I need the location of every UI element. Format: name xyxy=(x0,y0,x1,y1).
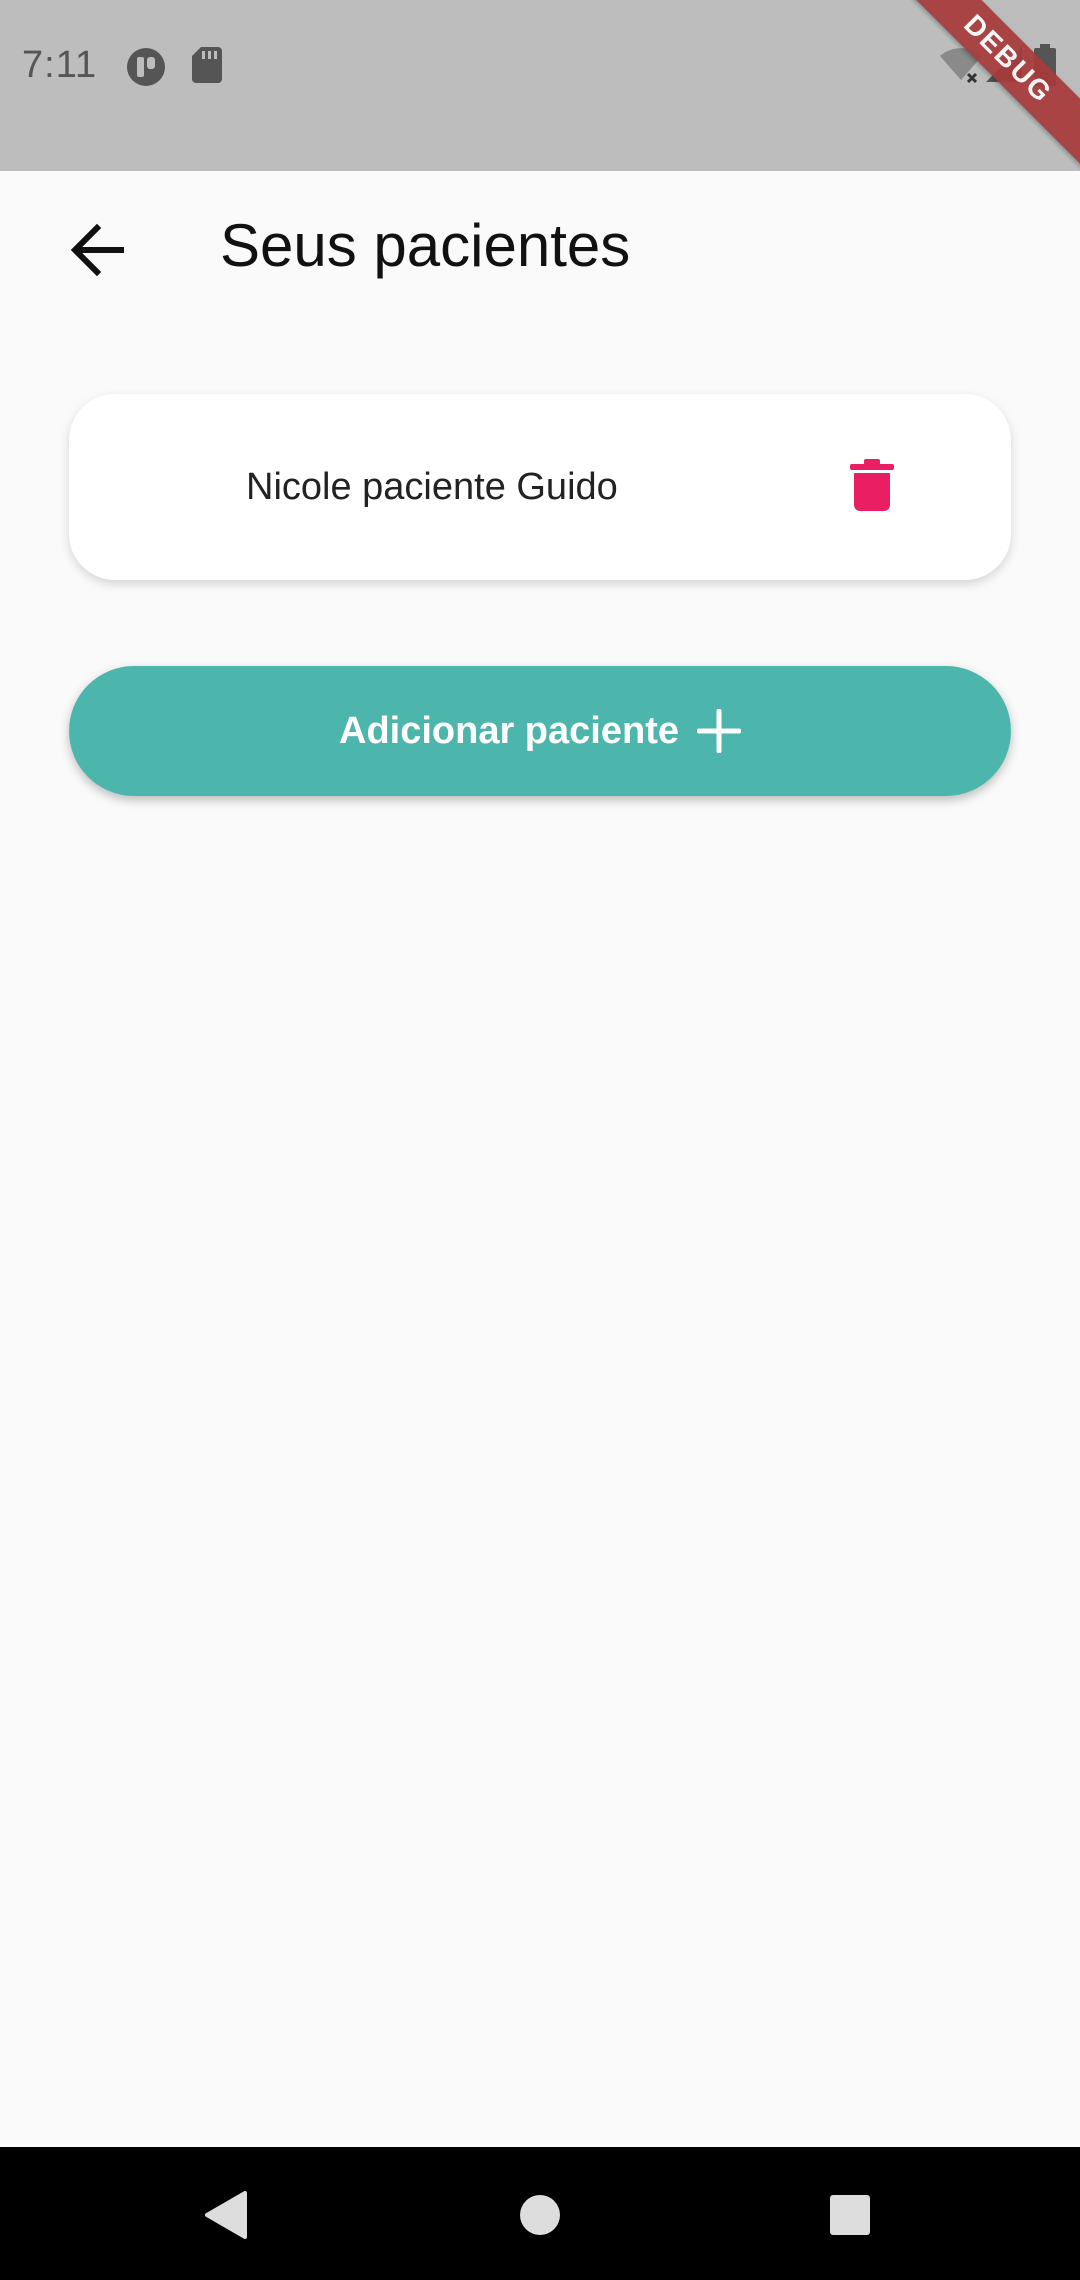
page-title: Seus pacientes xyxy=(220,212,631,279)
nav-home-button[interactable] xyxy=(500,2177,580,2257)
plus-icon xyxy=(696,709,741,753)
app-bar: Seus pacientes xyxy=(0,171,1080,323)
trash-icon xyxy=(850,458,894,516)
recents-square-icon xyxy=(828,2193,872,2242)
app-notification-icon xyxy=(126,47,166,92)
sd-card-icon xyxy=(192,47,222,88)
add-patient-button[interactable]: Adicionar paciente xyxy=(69,666,1011,796)
navigation-bar xyxy=(0,2147,1080,2280)
screen: 7:11 DEBUG Seus pacientes Nicole pacient… xyxy=(0,0,1080,2280)
back-triangle-icon xyxy=(203,2190,249,2245)
status-bar: 7:11 DEBUG xyxy=(0,0,1080,171)
arrow-back-icon xyxy=(67,220,127,285)
back-button[interactable] xyxy=(52,207,142,297)
add-patient-label: Adicionar paciente xyxy=(339,709,679,752)
status-time: 7:11 xyxy=(22,44,98,86)
home-circle-icon xyxy=(518,2193,562,2242)
delete-patient-button[interactable] xyxy=(829,444,915,530)
nav-back-button[interactable] xyxy=(186,2177,266,2257)
patient-name: Nicole paciente Guido xyxy=(246,466,618,508)
patient-card[interactable]: Nicole paciente Guido xyxy=(69,394,1011,580)
nav-recents-button[interactable] xyxy=(810,2177,890,2257)
